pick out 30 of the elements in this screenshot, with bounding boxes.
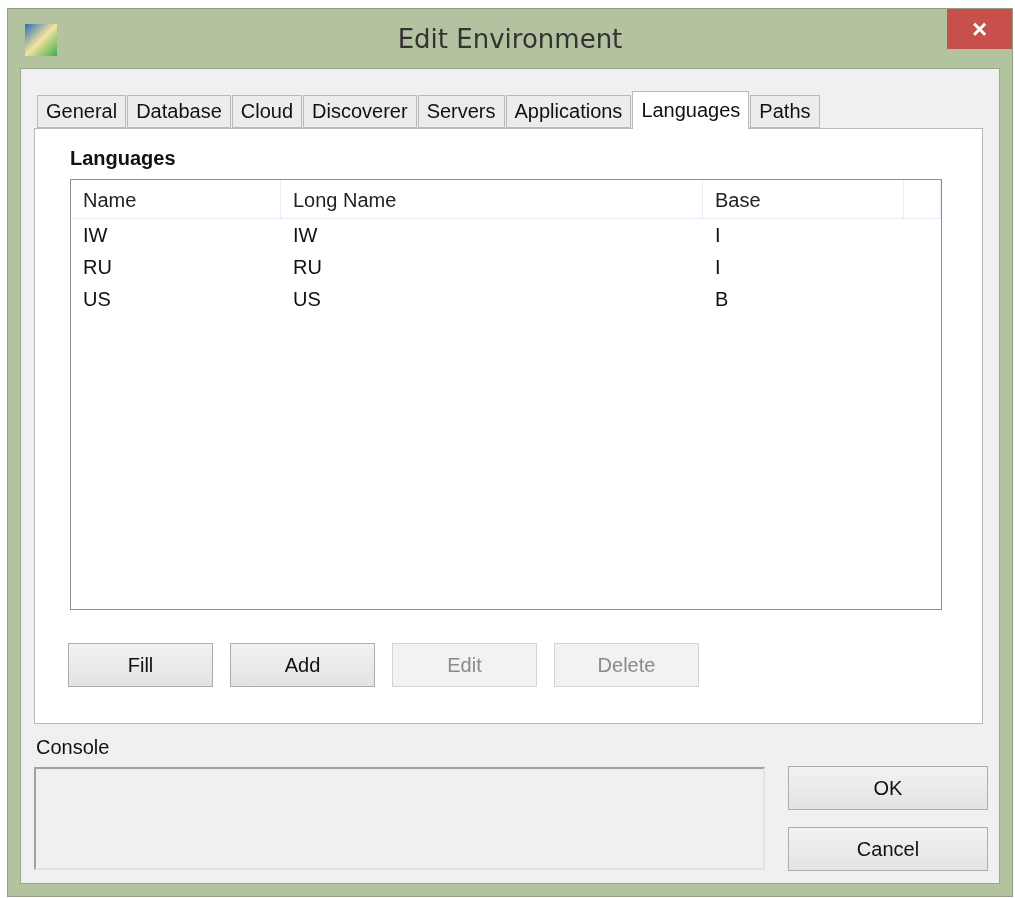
action-button[interactable]: Fill	[68, 643, 213, 687]
window-title: Edit Environment	[397, 23, 623, 54]
table-cell-text: RU	[82, 255, 113, 280]
close-button[interactable]: ×	[947, 9, 1012, 49]
tab[interactable]: Cloud	[231, 95, 303, 128]
table-cell-text: IW	[292, 223, 319, 248]
column-header[interactable]: Long Name	[281, 180, 703, 218]
table-cell-text: I	[714, 255, 722, 280]
table-cell-text: RU	[292, 255, 323, 280]
tab[interactable]: Discoverer	[303, 95, 417, 128]
app-icon	[25, 24, 57, 56]
tab[interactable]: Servers	[417, 95, 505, 128]
table-cell-text: US	[82, 287, 112, 312]
action-button[interactable]: Add	[230, 643, 375, 687]
section-title: Languages	[70, 147, 177, 171]
table-cell-text: US	[292, 287, 322, 312]
tab[interactable]: General	[37, 95, 127, 128]
column-header[interactable]: Name	[71, 180, 281, 218]
console-field[interactable]	[34, 767, 765, 870]
tab[interactable]: Database	[127, 95, 231, 128]
column-header[interactable]: Base	[703, 180, 904, 218]
table-cell-text: B	[714, 287, 730, 312]
console-label: Console	[36, 736, 111, 759]
tab[interactable]: Paths	[750, 95, 820, 128]
tab[interactable]: Languages	[632, 91, 750, 129]
table-cell-text: I	[714, 223, 722, 248]
tab[interactable]: Applications	[505, 95, 632, 128]
table-cell-text: IW	[82, 223, 109, 248]
dialog-button[interactable]: OK	[788, 766, 988, 810]
dialog-button[interactable]: Cancel	[788, 827, 988, 871]
